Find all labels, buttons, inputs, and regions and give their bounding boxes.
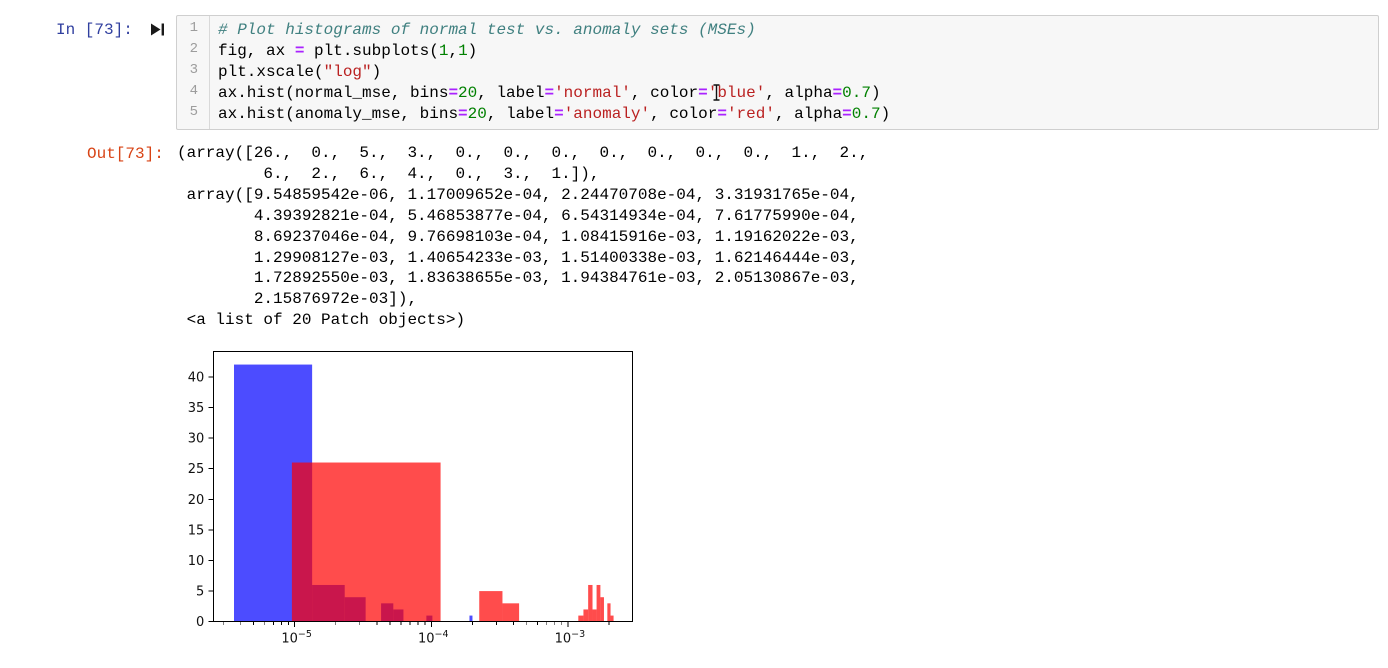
- y-tick-label: 20: [188, 493, 205, 508]
- run-cell-icon[interactable]: [149, 21, 166, 38]
- code-line[interactable]: ax.hist(anomaly_mse, bins=20, label='ano…: [218, 104, 890, 125]
- y-tick-label: 5: [196, 585, 204, 600]
- code-line[interactable]: fig, ax = plt.subplots(1,1): [218, 41, 890, 62]
- histogram-bar: [583, 609, 588, 621]
- y-tick-label: 25: [188, 462, 205, 477]
- input-prompt: In [73]:: [56, 20, 133, 41]
- histogram-bar: [588, 585, 592, 622]
- histogram-bar: [578, 616, 583, 622]
- histogram-bar: [597, 585, 601, 622]
- x-tick-label: 10−5: [281, 629, 312, 647]
- code-line[interactable]: # Plot histograms of normal test vs. ano…: [218, 20, 890, 41]
- series-anomaly: [292, 463, 614, 622]
- histogram-bar: [469, 616, 472, 622]
- code-cell[interactable]: 12345 # Plot histograms of normal test v…: [176, 15, 1379, 130]
- y-tick-label: 0: [196, 615, 204, 630]
- y-tick-label: 30: [188, 432, 205, 447]
- text-cursor-ibeam: [712, 84, 721, 101]
- x-tick-label: 10−4: [418, 629, 449, 647]
- histogram-bar: [479, 591, 502, 622]
- histogram-figure: 0 5 10 15 20 25 30 35 40 10−5 10−4 10−3: [178, 346, 658, 668]
- histogram-bar: [607, 603, 610, 621]
- code-line[interactable]: plt.xscale("log"): [218, 62, 890, 83]
- output-prompt: Out[73]:: [87, 144, 164, 165]
- histogram-bar: [593, 609, 597, 621]
- y-tick-label: 40: [188, 370, 205, 385]
- line-number-gutter: 12345: [177, 16, 210, 129]
- line-number: 3: [177, 62, 209, 83]
- y-tick-label: 15: [188, 523, 205, 538]
- line-number: 1: [177, 20, 209, 41]
- code-line[interactable]: ax.hist(normal_mse, bins=20, label='norm…: [218, 83, 890, 104]
- x-tick-label: 10−3: [555, 629, 586, 647]
- histogram-bar: [292, 463, 441, 622]
- histogram-bar: [600, 597, 604, 621]
- output-text: (array([26., 0., 5., 3., 0., 0., 0., 0.,…: [177, 143, 868, 331]
- histogram-bar: [502, 603, 519, 621]
- histogram-bar: [611, 616, 614, 622]
- line-number: 4: [177, 83, 209, 104]
- line-number: 5: [177, 104, 209, 125]
- y-tick-label: 10: [188, 554, 205, 569]
- code-editor[interactable]: # Plot histograms of normal test vs. ano…: [218, 20, 890, 125]
- line-number: 2: [177, 41, 209, 62]
- y-tick-label: 35: [188, 401, 205, 416]
